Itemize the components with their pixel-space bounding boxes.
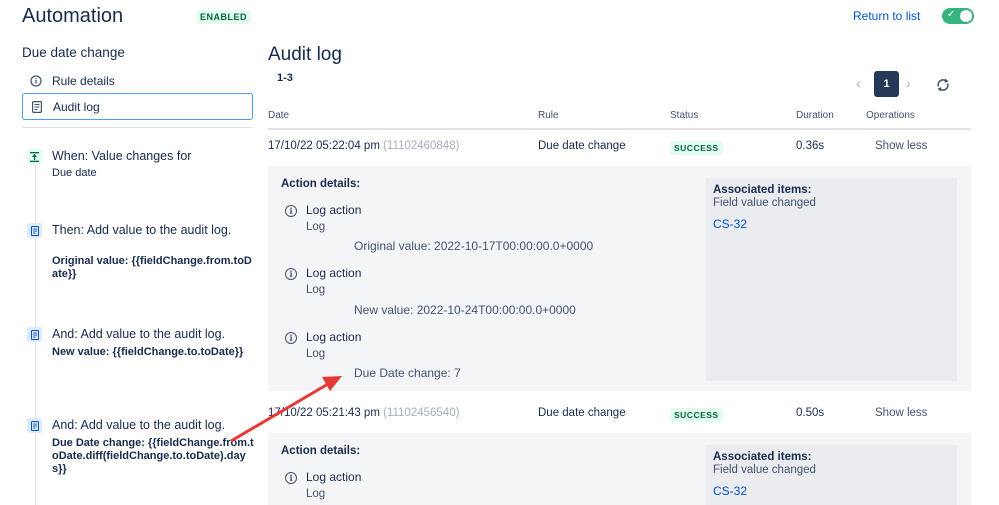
sidebar-item-audit-log[interactable]: Audit log <box>22 93 253 120</box>
column-header-operations: Operations <box>866 110 915 121</box>
row-duration: 0.36s <box>796 140 825 152</box>
column-header-duration: Duration <box>796 110 834 121</box>
row-id: (11102460848) <box>383 140 460 152</box>
action-details-title: Action details: <box>281 178 361 190</box>
result-range: 1-3 <box>277 72 293 84</box>
toggle-knob <box>960 10 972 22</box>
rule-trigger-title[interactable]: When: Value changes for <box>52 149 252 164</box>
associated-items-title: Associated items: <box>713 451 812 463</box>
log-action-type: Log <box>306 348 326 360</box>
column-header-date: Date <box>268 110 290 121</box>
row-date: 17/10/22 05:21:43 pm <box>268 407 380 419</box>
column-header-status: Status <box>670 110 699 121</box>
row-rule: Due date change <box>538 407 626 419</box>
rule-enabled-toggle[interactable]: ✓ <box>942 8 974 24</box>
table-row-date: 17/10/22 05:22:04 pm (11102460848) <box>268 140 459 152</box>
info-icon: i <box>285 205 297 217</box>
column-header-rule: Rule <box>538 110 559 121</box>
info-icon: i <box>285 332 297 344</box>
log-action-value: New value: 2022-10-24T00:00:00.0+0000 <box>354 303 576 317</box>
associated-items-event: Field value changed <box>713 197 816 209</box>
action-icon <box>27 223 42 238</box>
action-details-panel: Action details: i Log action Log Associa… <box>268 433 971 505</box>
log-action-name: Log action <box>306 470 362 484</box>
status-badge: SUCCESS <box>670 408 723 422</box>
table-row-date: 17/10/22 05:21:43 pm (11102456540) <box>268 407 459 419</box>
info-icon: i <box>285 472 297 484</box>
rule-trigger-field: Due date <box>52 167 97 179</box>
rule-action-value: Due Date change: {{fieldChange.from.toDa… <box>52 437 254 475</box>
check-icon: ✓ <box>947 9 956 20</box>
rule-action-value: New value: {{fieldChange.to.toDate}} <box>52 346 244 358</box>
document-icon <box>31 100 43 113</box>
log-action-type: Log <box>306 221 326 233</box>
enabled-badge: ENABLED <box>196 10 252 24</box>
refresh-icon[interactable] <box>935 77 951 98</box>
info-icon: i <box>285 268 297 280</box>
associated-items-panel: Associated items: Field value changed CS… <box>706 178 957 381</box>
pagination-prev-button[interactable]: ‹ <box>856 75 861 91</box>
trigger-icon <box>27 149 42 164</box>
rule-action-title[interactable]: Then: Add value to the audit log. <box>52 223 252 238</box>
issue-link[interactable]: CS-32 <box>713 484 747 498</box>
action-details-title: Action details: <box>281 445 361 457</box>
row-date: 17/10/22 05:22:04 pm <box>268 140 380 152</box>
log-action-name: Log action <box>306 330 362 344</box>
sidebar-item-label: Audit log <box>53 99 100 114</box>
status-badge: SUCCESS <box>670 141 723 155</box>
action-details-panel: Action details: i Log action Log Origina… <box>268 166 971 391</box>
table-header-divider <box>268 128 971 130</box>
row-id: (11102456540) <box>383 407 460 419</box>
associated-items-title: Associated items: <box>713 184 812 196</box>
pagination-next-button[interactable]: › <box>906 75 911 91</box>
show-less-button[interactable]: Show less <box>875 407 927 419</box>
associated-items-panel: Associated items: Field value changed CS… <box>706 445 957 505</box>
log-action-value: Due Date change: 7 <box>354 366 461 380</box>
rule-name-heading: Due date change <box>22 45 125 60</box>
log-action-type: Log <box>306 488 326 500</box>
show-less-button[interactable]: Show less <box>875 140 927 152</box>
log-action-name: Log action <box>306 203 362 217</box>
rule-action-title[interactable]: And: Add value to the audit log. <box>52 327 252 342</box>
log-action-type: Log <box>306 284 326 296</box>
app-title: Automation <box>22 5 124 27</box>
issue-link[interactable]: CS-32 <box>713 217 747 231</box>
row-rule: Due date change <box>538 140 626 152</box>
rule-action-title[interactable]: And: Add value to the audit log. <box>52 418 252 433</box>
row-duration: 0.50s <box>796 407 825 419</box>
log-action-value: Original value: 2022-10-17T00:00:00.0+00… <box>354 239 594 253</box>
return-to-list-link[interactable]: Return to list <box>853 9 920 23</box>
page-title: Audit log <box>268 44 342 65</box>
action-icon <box>27 418 42 433</box>
sidebar-item-label: Rule details <box>52 73 115 88</box>
rule-action-value: Original value: {{fieldChange.from.toDat… <box>52 255 252 280</box>
sidebar-divider <box>22 127 253 128</box>
pagination-page-button[interactable]: 1 <box>874 71 899 97</box>
action-icon <box>27 327 42 342</box>
associated-items-event: Field value changed <box>713 464 816 476</box>
info-icon <box>30 74 42 87</box>
log-action-name: Log action <box>306 266 362 280</box>
sidebar-item-rule-details[interactable]: Rule details <box>22 67 253 94</box>
